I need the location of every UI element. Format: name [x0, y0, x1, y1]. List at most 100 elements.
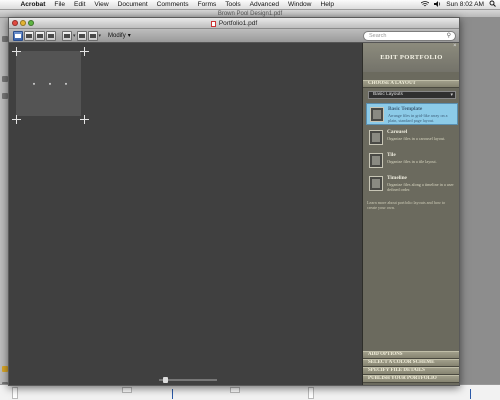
crosshair-handle-icon[interactable]: [12, 47, 21, 56]
list-icon: [37, 33, 43, 38]
edit-portfolio-panel: EDIT PORTFOLIO × CHOOSE A LAYOUT Basic L…: [362, 43, 459, 385]
window-title: Portfolio1.pdf: [218, 20, 258, 27]
page-fragment: [12, 387, 18, 399]
layout-name: Basic Template: [388, 106, 423, 112]
globe-icon: [89, 33, 96, 38]
wifi-icon[interactable]: [420, 0, 430, 9]
basic-layout-icon: [370, 107, 384, 122]
layout-option-basic[interactable]: Basic Template Arrange files in grid-lik…: [366, 103, 458, 125]
menu-bar: Acrobat File Edit View Document Comments…: [0, 0, 500, 10]
layout-description: Arrange files in grid-like array on a pl…: [388, 113, 448, 123]
pdf-file-icon: [210, 20, 216, 27]
choose-layout-label: CHOOSE A LAYOUT: [368, 81, 416, 86]
background-document-page: [0, 384, 500, 400]
window-titlebar[interactable]: Portfolio1.pdf: [9, 18, 459, 29]
share-menu[interactable]: ▾: [87, 30, 102, 41]
layout-description: Organize files in a carousel layout.: [387, 136, 446, 141]
binoculars-icon[interactable]: ⚲: [447, 32, 451, 40]
status-area: Sun 8:02 AM: [420, 0, 500, 9]
chevron-down-icon: ▾: [127, 33, 131, 39]
file-thumbnail-area[interactable]: ▪ ▪ ▪: [16, 51, 81, 116]
file-thumbnail-icon[interactable]: ▪: [62, 81, 70, 88]
disk-icon: [64, 33, 70, 38]
layout-name: Timeline: [387, 175, 407, 181]
menu-forms[interactable]: Forms: [193, 1, 221, 8]
file-details-section[interactable]: SPECIFY FILE DETAILS: [363, 367, 459, 375]
portfolio-toolbar: ▾ ▾ Modify ▾ Search ⚲: [9, 29, 459, 43]
crosshair-handle-icon[interactable]: [80, 115, 89, 124]
carousel-layout-icon: [369, 130, 383, 145]
panel-title: EDIT PORTFOLIO: [380, 54, 443, 61]
page-fragment: [308, 387, 314, 399]
page-fragment: [230, 387, 240, 393]
timeline-layout-icon: [369, 176, 383, 191]
menu-help[interactable]: Help: [316, 1, 339, 8]
menu-view[interactable]: View: [90, 1, 113, 8]
layout-option-tile[interactable]: Tile Organize files in a tile layout.: [366, 150, 458, 172]
clock[interactable]: Sun 8:02 AM: [446, 1, 484, 8]
menu-acrobat[interactable]: Acrobat: [16, 1, 50, 8]
layout-option-timeline[interactable]: Timeline Organize files along a timeline…: [366, 173, 458, 195]
share-button[interactable]: [87, 30, 98, 41]
chevron-down-icon: ▾: [73, 32, 76, 39]
crosshair-handle-icon[interactable]: [12, 115, 21, 124]
volume-icon[interactable]: [434, 0, 441, 9]
save-button[interactable]: [62, 30, 72, 41]
zoom-window-button[interactable]: [28, 20, 34, 26]
publish-portfolio-section[interactable]: PUBLISH YOUR PORTFOLIO: [363, 375, 459, 383]
section-label: ADD OPTIONS: [368, 352, 403, 357]
spotlight-icon[interactable]: [489, 0, 496, 9]
menu-window[interactable]: Window: [283, 1, 315, 8]
add-options-section[interactable]: ADD OPTIONS: [363, 351, 459, 359]
menu-tools[interactable]: Tools: [221, 1, 245, 8]
close-window-button[interactable]: [12, 20, 18, 26]
section-label: SELECT A COLOR SCHEME: [368, 360, 435, 365]
portfolio-window: Portfolio1.pdf ▾ ▾ Modify ▾ Search ⚲ ▪ ▪: [8, 17, 460, 386]
page-fragment: [122, 387, 132, 393]
minimize-window-button[interactable]: [20, 20, 26, 26]
modify-menu[interactable]: Modify ▾: [108, 32, 131, 40]
drawing-line: [172, 389, 173, 399]
menu-file[interactable]: File: [50, 1, 70, 8]
tile-layout-icon: [369, 153, 383, 168]
section-label: SPECIFY FILE DETAILS: [368, 368, 425, 373]
save-menu[interactable]: ▾: [62, 30, 76, 41]
file-thumbnail-icon[interactable]: ▪: [46, 81, 54, 88]
file-preview-button[interactable]: [46, 30, 56, 41]
color-scheme-section[interactable]: SELECT A COLOR SCHEME: [363, 359, 459, 367]
portfolio-canvas[interactable]: ▪ ▪ ▪: [9, 43, 362, 385]
layout-name: Carousel: [387, 129, 408, 135]
section-label: PUBLISH YOUR PORTFOLIO: [368, 376, 437, 381]
menu-document[interactable]: Document: [113, 1, 152, 8]
home-view-button[interactable]: [13, 30, 23, 41]
layout-name: Tile: [387, 152, 396, 158]
chevron-down-icon: ▾: [450, 92, 453, 98]
layout-view-button[interactable]: [24, 30, 34, 41]
menu-advanced[interactable]: Advanced: [245, 1, 283, 8]
layout-option-carousel[interactable]: Carousel Organize files in a carousel la…: [366, 127, 458, 149]
zoom-slider-knob[interactable]: [163, 377, 168, 383]
search-input[interactable]: Search ⚲: [363, 31, 456, 41]
menu-comments[interactable]: Comments: [152, 1, 193, 8]
layout-help-link[interactable]: Learn more about portfolio layouts and h…: [367, 200, 455, 210]
modify-label: Modify: [108, 32, 126, 39]
layout-type-select[interactable]: Basic Layouts ▾: [368, 91, 456, 99]
zoom-slider[interactable]: [159, 377, 217, 383]
search-placeholder: Search: [369, 33, 387, 39]
close-icon[interactable]: ×: [453, 32, 457, 61]
file-thumbnail-icon[interactable]: ▪: [30, 81, 38, 88]
preview-icon: [48, 33, 54, 38]
home-icon: [15, 33, 21, 38]
layout-description: Organize files along a timeline in a use…: [387, 182, 454, 192]
printer-icon: [78, 33, 85, 38]
menu-edit[interactable]: Edit: [70, 1, 90, 8]
details-view-button[interactable]: [35, 30, 45, 41]
print-button[interactable]: [76, 30, 87, 41]
layout-description: Organize files in a tile layout.: [387, 159, 437, 164]
layout-icon: [26, 33, 32, 38]
crosshair-handle-icon[interactable]: [80, 47, 89, 56]
panel-header: EDIT PORTFOLIO ×: [363, 43, 459, 72]
window-controls: [12, 20, 34, 26]
choose-layout-section[interactable]: CHOOSE A LAYOUT: [363, 80, 459, 88]
chevron-down-icon: ▾: [98, 32, 102, 39]
